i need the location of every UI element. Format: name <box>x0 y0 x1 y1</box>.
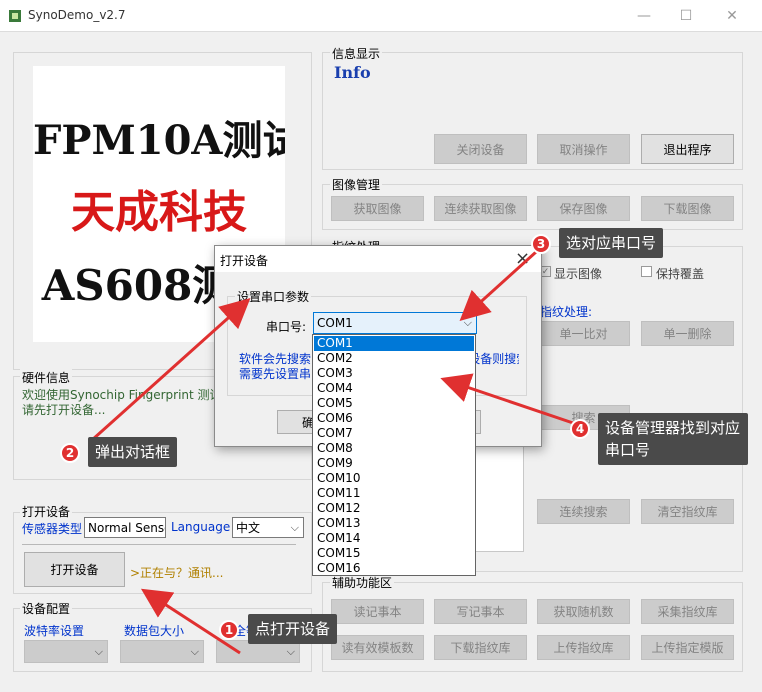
annotation-badge-1: 1 <box>219 620 239 640</box>
arrow-4 <box>440 373 577 426</box>
annotation-callout-4: 设备管理器找到对应串口号 <box>598 413 748 465</box>
annotation-callout-1: 点打开设备 <box>248 614 338 644</box>
arrow-3 <box>459 250 538 322</box>
annotation-arrows <box>90 250 577 655</box>
arrow-2 <box>90 297 251 442</box>
annotation-badge-3: 3 <box>531 234 551 254</box>
annotation-badge-4: 4 <box>570 419 590 439</box>
annotation-badge-2: 2 <box>60 443 80 463</box>
annotation-callout-2: 弹出对话框 <box>88 437 178 467</box>
annotation-callout-3: 选对应串口号 <box>559 228 664 258</box>
